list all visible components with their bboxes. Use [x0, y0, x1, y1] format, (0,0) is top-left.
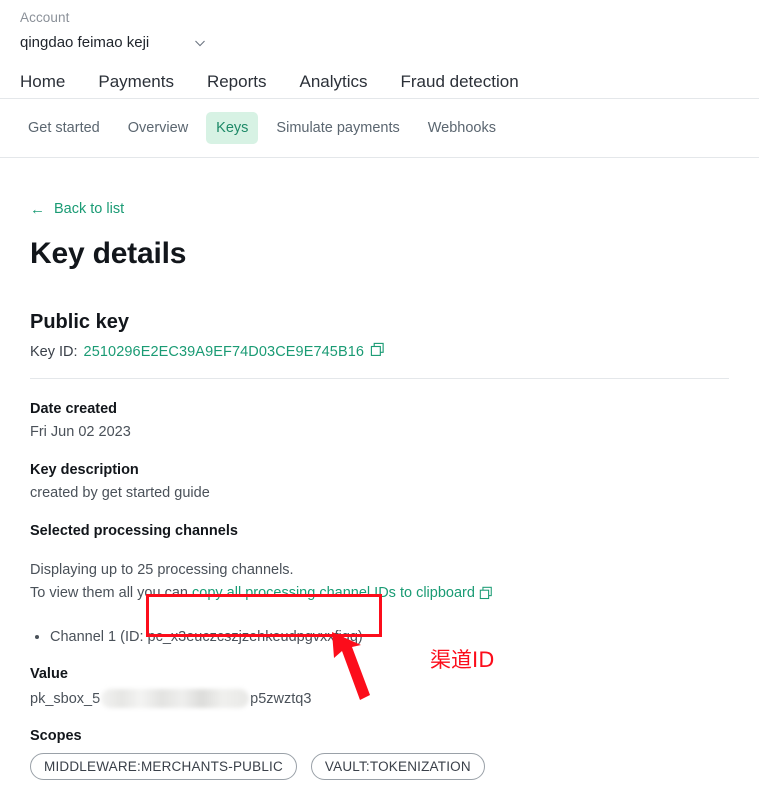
back-to-list-link[interactable]: ← Back to list [30, 201, 124, 217]
key-id-label: Key ID: [30, 343, 78, 360]
copy-all-channel-ids-link[interactable]: copy all processing channel IDs to clipb… [192, 585, 475, 601]
nav-item-analytics[interactable]: Analytics [299, 70, 367, 94]
main-content: ← Back to list Key details Public key Ke… [0, 201, 759, 780]
value-masked: pk_sbox_5 p5zwztq3 [30, 689, 729, 708]
nav-item-reports[interactable]: Reports [207, 70, 267, 94]
account-selector[interactable]: qingdao feimao keji [20, 32, 759, 54]
channels-note-line1: Displaying up to 25 processing channels. [30, 562, 294, 578]
key-id-divider [30, 378, 729, 379]
list-item: Channel 1 (ID: pc_x3euczcszjzehkeudpgvxx… [50, 626, 729, 648]
channels-note-line2: To view them all you can copy all proces… [30, 582, 729, 608]
value-field: Value pk_sbox_5 p5zwztq3 [30, 666, 729, 708]
nav-item-fraud-detection[interactable]: Fraud detection [401, 70, 519, 94]
secondary-tabs: Get started Overview Keys Simulate payme… [0, 99, 759, 157]
tab-keys[interactable]: Keys [206, 112, 259, 144]
status-badge: MIDDLEWARE:MERCHANTS-PUBLIC [30, 753, 297, 780]
value-label: Value [30, 666, 68, 682]
nav-item-payments[interactable]: Payments [98, 70, 174, 94]
back-to-list-label: Back to list [54, 201, 125, 217]
copy-all-channel-ids-icon[interactable] [479, 585, 493, 608]
public-key-section-title: Public key [30, 311, 129, 333]
account-header: Account qingdao feimao keji [0, 0, 759, 54]
value-suffix: p5zwztq3 [250, 690, 312, 707]
tabs-divider [0, 157, 759, 158]
scopes-field: Scopes MIDDLEWARE:MERCHANTS-PUBLIC VAULT… [30, 728, 729, 780]
value-prefix: pk_sbox_5 [30, 690, 101, 707]
scopes-label: Scopes [30, 728, 82, 744]
account-name: qingdao feimao keji [20, 34, 150, 51]
channel-list: Channel 1 (ID: pc_x3euczcszjzehkeudpgvxx… [30, 626, 729, 648]
key-id-row: Key ID: 2510296E2EC39A9EF74D03CE9E745B16 [30, 342, 729, 361]
tab-overview[interactable]: Overview [118, 112, 198, 144]
arrow-left-icon: ← [30, 200, 45, 218]
copy-key-id-icon[interactable] [370, 342, 385, 361]
nav-item-home[interactable]: Home [20, 70, 65, 94]
tab-simulate-payments[interactable]: Simulate payments [266, 112, 409, 144]
status-badge: VAULT:TOKENIZATION [310, 753, 485, 780]
key-description-label: Key description [30, 462, 139, 478]
scopes-badges: MIDDLEWARE:MERCHANTS-PUBLIC VAULT:TOKENI… [30, 753, 729, 780]
tab-webhooks[interactable]: Webhooks [418, 112, 506, 144]
account-label: Account [20, 10, 70, 25]
chevron-down-icon[interactable] [193, 36, 207, 50]
processing-channels-label: Selected processing channels [30, 523, 238, 539]
date-created-value: Fri Jun 02 2023 [30, 424, 131, 440]
annotation-channel-id-label: 渠道ID [430, 648, 495, 672]
processing-channels-field: Selected processing channels Displaying … [30, 523, 729, 648]
channels-note-prefix: To view them all you can [30, 585, 192, 601]
tab-get-started[interactable]: Get started [18, 112, 110, 144]
page-title: Key details [30, 237, 187, 270]
key-description-value: created by get started guide [30, 485, 210, 501]
key-description-field: Key description created by get started g… [30, 462, 729, 501]
key-id-value: 2510296E2EC39A9EF74D03CE9E745B16 [83, 343, 365, 360]
processing-channels-note: Displaying up to 25 processing channels.… [30, 559, 729, 608]
date-created-label: Date created [30, 401, 118, 417]
value-redacted-blur [101, 689, 250, 708]
primary-navigation: Home Payments Reports Analytics Fraud de… [0, 54, 759, 98]
date-created-field: Date created Fri Jun 02 2023 [30, 401, 729, 440]
